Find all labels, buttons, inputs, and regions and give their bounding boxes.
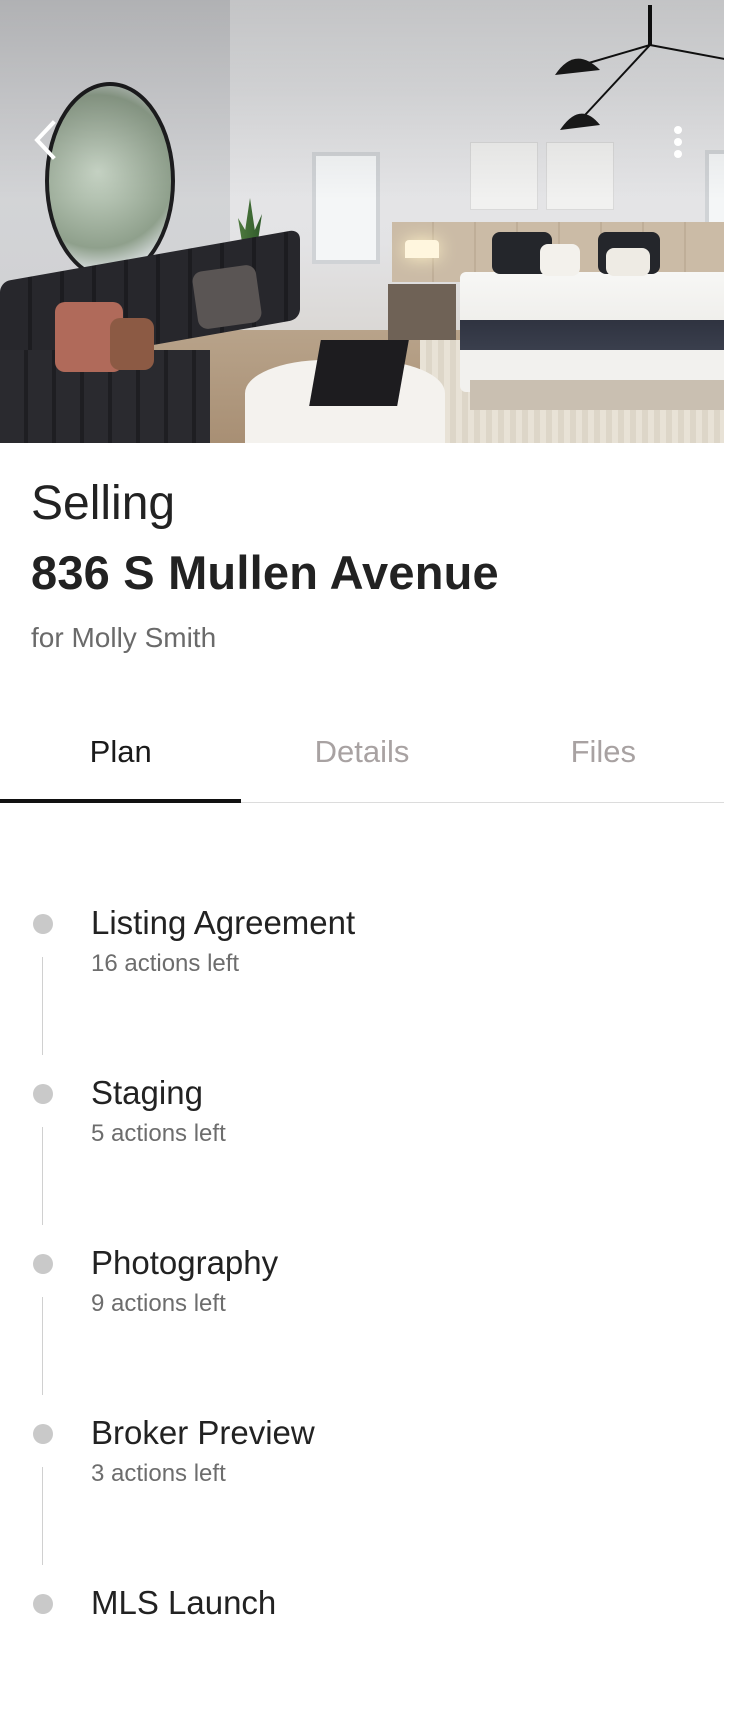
hero-photo [0,0,724,443]
step-title: Broker Preview [91,1414,315,1451]
pillow [606,248,650,276]
coffee-table [309,340,409,406]
step-title: MLS Launch [91,1584,277,1621]
timeline-step-broker-preview[interactable]: Broker Preview 3 actions left [0,1380,724,1565]
tab-files[interactable]: Files [483,700,724,802]
listing-type: Selling [31,477,176,530]
chevron-left-icon [34,120,56,160]
back-button[interactable] [22,112,66,168]
more-vertical-icon [674,126,682,158]
step-title: Photography [91,1244,279,1281]
tab-plan[interactable]: Plan [0,700,242,803]
timeline-step-staging[interactable]: Staging 5 actions left [0,1040,724,1225]
step-dot [33,1594,53,1614]
step-dot [33,914,53,934]
nightstand [388,284,456,340]
bed [460,272,724,392]
client-name: for Molly Smith [31,622,217,653]
hero-shade [0,0,724,200]
step-dot [33,1424,53,1444]
tab-bar: Plan Details Files [0,700,724,803]
step-actions-left: 3 actions left [91,1460,226,1487]
bed-base [470,380,724,410]
tab-details[interactable]: Details [241,700,482,802]
timeline-step-photography[interactable]: Photography 9 actions left [0,1210,724,1395]
property-address: 836 S Mullen Avenue [31,546,499,599]
timeline-step-listing-agreement[interactable]: Listing Agreement 16 actions left [0,870,724,1055]
lamp [405,240,439,258]
step-actions-left: 16 actions left [91,950,240,977]
step-title: Staging [91,1074,203,1111]
step-title: Listing Agreement [91,904,356,941]
step-actions-left: 9 actions left [91,1290,226,1317]
more-options-button[interactable] [660,118,696,166]
timeline-step-mls-launch[interactable]: MLS Launch [0,1550,724,1720]
step-dot [33,1084,53,1104]
step-dot [33,1254,53,1274]
pillow [540,244,580,276]
cushion [191,263,263,331]
step-actions-left: 5 actions left [91,1120,226,1147]
cushion [110,318,154,370]
